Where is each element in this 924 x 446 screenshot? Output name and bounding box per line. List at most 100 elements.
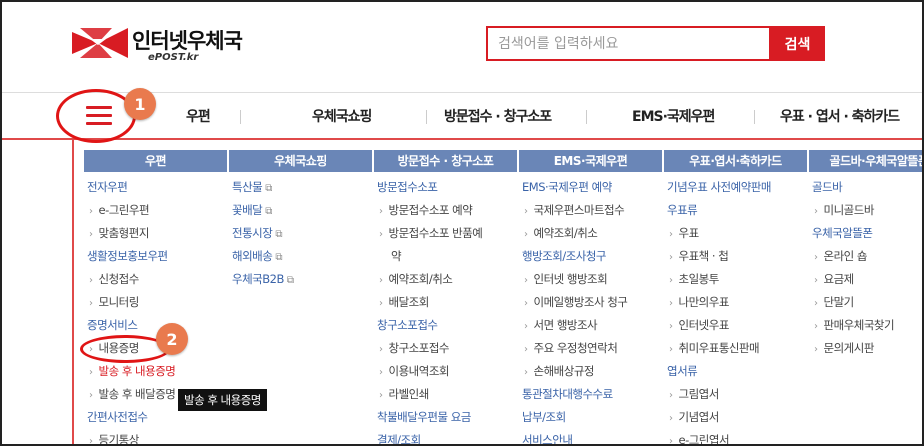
menu-subitem[interactable]: › 인터넷 행방조회	[519, 268, 662, 291]
menu-subitem-label: 우표	[678, 226, 700, 240]
menu-column-header[interactable]: EMS·국제우편	[519, 150, 662, 172]
menu-column: 우표·엽서·축하카드기념우표 사전예약판매 우표류 › 우표 › 우표책 · 첩 › 초일봉투…	[664, 150, 807, 446]
menu-column-header[interactable]: 방문접수 · 창구소포	[374, 150, 517, 172]
menu-subitem[interactable]: › 창구소포접수	[374, 337, 517, 360]
nav-underline	[2, 138, 922, 140]
menu-subitem-label: e-그린우편	[98, 203, 150, 217]
menu-subitem[interactable]: › 손해배상규정	[519, 360, 662, 383]
nav-item-mail[interactable]: 우편	[186, 98, 211, 136]
menu-subitem-label: 기념엽서	[678, 410, 720, 424]
menu-column-header[interactable]: 우표·엽서·축하카드	[664, 150, 807, 172]
menu-column-header[interactable]: 골드바·우체국알뜰폰	[809, 150, 922, 172]
menu-subitem[interactable]: › 발송 후 내용증명	[84, 360, 227, 383]
menu-subitem[interactable]: › 예약조회/취소	[374, 268, 517, 291]
chevron-right-icon: ›	[669, 321, 673, 332]
menu-subitem-continuation[interactable]: 약	[374, 245, 517, 268]
menu-subitem[interactable]: › 문의게시판	[809, 337, 922, 360]
chevron-right-icon: ›	[524, 344, 528, 355]
tooltip: 발송 후 내용증명	[178, 389, 267, 411]
menu-subitem-label: 나만의우표	[678, 295, 730, 309]
menu-subitem[interactable]: › 인터넷우표	[664, 314, 807, 337]
menu-subitem[interactable]: › 우표	[664, 222, 807, 245]
menu-category[interactable]: 서비스안내	[519, 429, 662, 444]
menu-subitem[interactable]: › 단말기	[809, 291, 922, 314]
menu-category[interactable]: 증명서비스	[84, 314, 227, 337]
chevron-right-icon: ›	[379, 367, 383, 378]
menu-link-label: 특산물	[232, 180, 263, 194]
nav-item-visit-parcel[interactable]: 방문접수 · 창구소포	[444, 98, 552, 136]
nav-item-stamps[interactable]: 우표 · 엽서 · 축하카드	[780, 98, 900, 136]
menu-category[interactable]: 방문접수소포	[374, 176, 517, 199]
menu-subitem-label: 온라인 숍	[823, 249, 868, 263]
menu-subitem-label: e-그린엽서	[678, 433, 730, 446]
menu-subitem[interactable]: › 요금제	[809, 268, 922, 291]
menu-subitem[interactable]: › 맞춤형편지	[84, 222, 227, 245]
menu-category[interactable]: 착불배달우편물 요금	[374, 406, 517, 429]
menu-category[interactable]: 납부/조회	[519, 406, 662, 429]
menu-category[interactable]: 결제/조회	[374, 429, 517, 444]
menu-subitem[interactable]: › 이용내역조회	[374, 360, 517, 383]
menu-external-link[interactable]: 전통시장 ⧉	[229, 222, 372, 245]
menu-external-link[interactable]: 꽃배달 ⧉	[229, 199, 372, 222]
menu-subitem[interactable]: › 배달조회	[374, 291, 517, 314]
menu-subitem[interactable]: › 초일봉투	[664, 268, 807, 291]
menu-subitem[interactable]: › 판매우체국찾기	[809, 314, 922, 337]
epost-logo[interactable]: 인터넷우체국 ePOST.kr	[72, 24, 262, 64]
menu-subitem[interactable]: › 서면 행방조사	[519, 314, 662, 337]
menu-subitem[interactable]: › e-그린엽서	[664, 429, 807, 446]
menu-category[interactable]: 통관절차대행수수료	[519, 383, 662, 406]
menu-subitem[interactable]: › 방문접수소포 반품예	[374, 222, 517, 245]
chevron-right-icon: ›	[379, 206, 383, 217]
nav-item-ems[interactable]: EMS·국제우편	[632, 98, 715, 136]
menu-category[interactable]: 엽서류	[664, 360, 807, 383]
menu-external-link[interactable]: 우체국B2B ⧉	[229, 268, 372, 291]
menu-subitem[interactable]: › 우표책 · 첩	[664, 245, 807, 268]
menu-subitem[interactable]: › e-그린우편	[84, 199, 227, 222]
menu-subitem[interactable]: › 등기통상	[84, 429, 227, 446]
menu-subitem-label: 요금제	[823, 272, 855, 286]
menu-category[interactable]: 창구소포접수	[374, 314, 517, 337]
menu-category[interactable]: 전자우편	[84, 176, 227, 199]
menu-subitem[interactable]: › 주요 우정청연락처	[519, 337, 662, 360]
menu-subitem[interactable]: › 기념엽서	[664, 406, 807, 429]
nav-separator	[586, 110, 587, 124]
chevron-right-icon: ›	[669, 344, 673, 355]
menu-column-header[interactable]: 우편	[84, 150, 227, 172]
nav-item-shopping[interactable]: 우체국쇼핑	[312, 98, 372, 136]
menu-category[interactable]: EMS·국제우편 예약	[519, 176, 662, 199]
chevron-right-icon: ›	[669, 229, 673, 240]
menu-category[interactable]: 우표류	[664, 199, 807, 222]
menu-subitem[interactable]: › 취미우표통신판매	[664, 337, 807, 360]
menu-subitem[interactable]: › 온라인 숍	[809, 245, 922, 268]
nav-separator	[754, 110, 755, 124]
menu-subitem[interactable]: › 모니터링	[84, 291, 227, 314]
menu-subitem[interactable]: › 라벨인쇄	[374, 383, 517, 406]
menu-column-header[interactable]: 우체국쇼핑	[229, 150, 372, 172]
menu-subitem[interactable]: › 미니골드바	[809, 199, 922, 222]
menu-subitem[interactable]: › 방문접수소포 예약	[374, 199, 517, 222]
menu-subitem[interactable]: › 그림엽서	[664, 383, 807, 406]
menu-subitem[interactable]: › 국제우편스마트접수	[519, 199, 662, 222]
external-link-icon: ⧉	[275, 252, 282, 263]
menu-subitem[interactable]: › 예약조회/취소	[519, 222, 662, 245]
menu-subitem-label: 등기통상	[98, 433, 140, 446]
menu-subitem-label: 취미우표통신판매	[678, 341, 760, 355]
menu-subitem[interactable]: › 이메일행방조사 청구	[519, 291, 662, 314]
main-nav: 우편 우체국쇼핑 방문접수 · 창구소포 EMS·국제우편 우표 · 엽서 · …	[142, 98, 922, 136]
menu-external-link[interactable]: 해외배송 ⧉	[229, 245, 372, 268]
search-button[interactable]: 검색	[770, 26, 825, 61]
menu-subitem-label: 이메일행방조사 청구	[533, 295, 628, 309]
menu-category[interactable]: 기념우표 사전예약판매	[664, 176, 807, 199]
menu-category[interactable]: 생활정보홍보우편	[84, 245, 227, 268]
chevron-right-icon: ›	[524, 298, 528, 309]
menu-subitem[interactable]: › 나만의우표	[664, 291, 807, 314]
menu-category[interactable]: 행방조회/조사청구	[519, 245, 662, 268]
external-link-icon: ⧉	[286, 275, 294, 286]
chevron-right-icon: ›	[669, 252, 673, 263]
menu-category[interactable]: 우체국알뜰폰	[809, 222, 922, 245]
menu-external-link[interactable]: 특산물 ⧉	[229, 176, 372, 199]
chevron-right-icon: ›	[814, 298, 818, 309]
search-input[interactable]	[488, 28, 769, 59]
menu-category[interactable]: 골드바	[809, 176, 922, 199]
menu-subitem[interactable]: › 신청접수	[84, 268, 227, 291]
